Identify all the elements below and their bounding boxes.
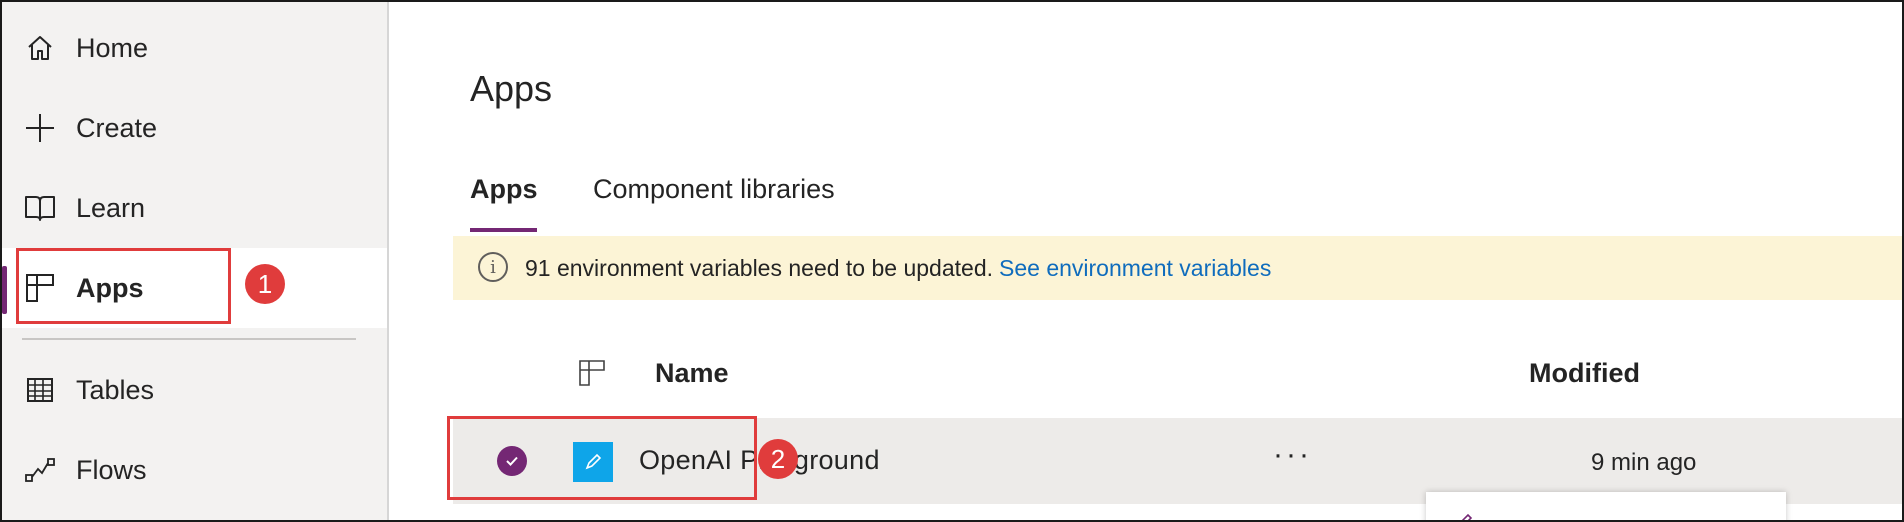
flow-icon [24,454,56,486]
main-content: Apps Apps Component libraries i 91 envir… [391,2,1902,520]
environment-variables-banner: i 91 environment variables need to be up… [453,236,1902,300]
info-icon: i [478,252,508,282]
home-icon [24,32,56,64]
nav-item-label: Flows [76,454,147,485]
nav-item-create[interactable]: Create [2,88,387,168]
nav-divider [22,338,356,340]
tab-component-libraries[interactable]: Component libraries [593,174,835,205]
context-menu [1426,492,1786,520]
book-icon [24,192,56,224]
nav-item-tables[interactable]: Tables [2,350,387,430]
table-icon [24,374,56,406]
callout-badge-2: 2 [758,439,798,479]
banner-message: 91 environment variables need to be upda… [525,255,1271,282]
column-header-name[interactable]: Name [655,358,729,389]
nav-item-label: Tables [76,374,155,405]
see-environment-variables-link[interactable]: See environment variables [999,255,1271,281]
more-commands-icon[interactable]: ··· [1273,438,1312,472]
page-title: Apps [470,68,553,109]
plus-icon [24,112,56,144]
modified-time: 9 min ago [1591,449,1697,476]
nav-item-learn[interactable]: Learn [2,168,387,248]
banner-text: 91 environment variables need to be upda… [525,254,993,281]
tab-selected-indicator [470,228,537,232]
column-header-modified[interactable]: Modified [1529,358,1640,389]
active-indicator [2,266,7,314]
callout-highlight-apps [16,248,231,324]
callout-badge-1: 1 [245,264,285,304]
tab-apps[interactable]: Apps [470,174,538,205]
nav-item-home[interactable]: Home [2,8,387,88]
nav-item-flows[interactable]: Flows [2,430,387,510]
left-navigation: Home Create Learn Apps Tables Flows 1 [2,2,389,520]
callout-highlight-app [447,416,757,500]
nav-item-label: Home [76,32,149,63]
nav-item-label: Learn [76,192,146,223]
app-type-column-icon [579,360,605,386]
app-window: Home Create Learn Apps Tables Flows 1 Ap… [0,0,1904,522]
edit-icon[interactable] [1456,512,1474,520]
nav-item-label: Create [76,112,158,143]
